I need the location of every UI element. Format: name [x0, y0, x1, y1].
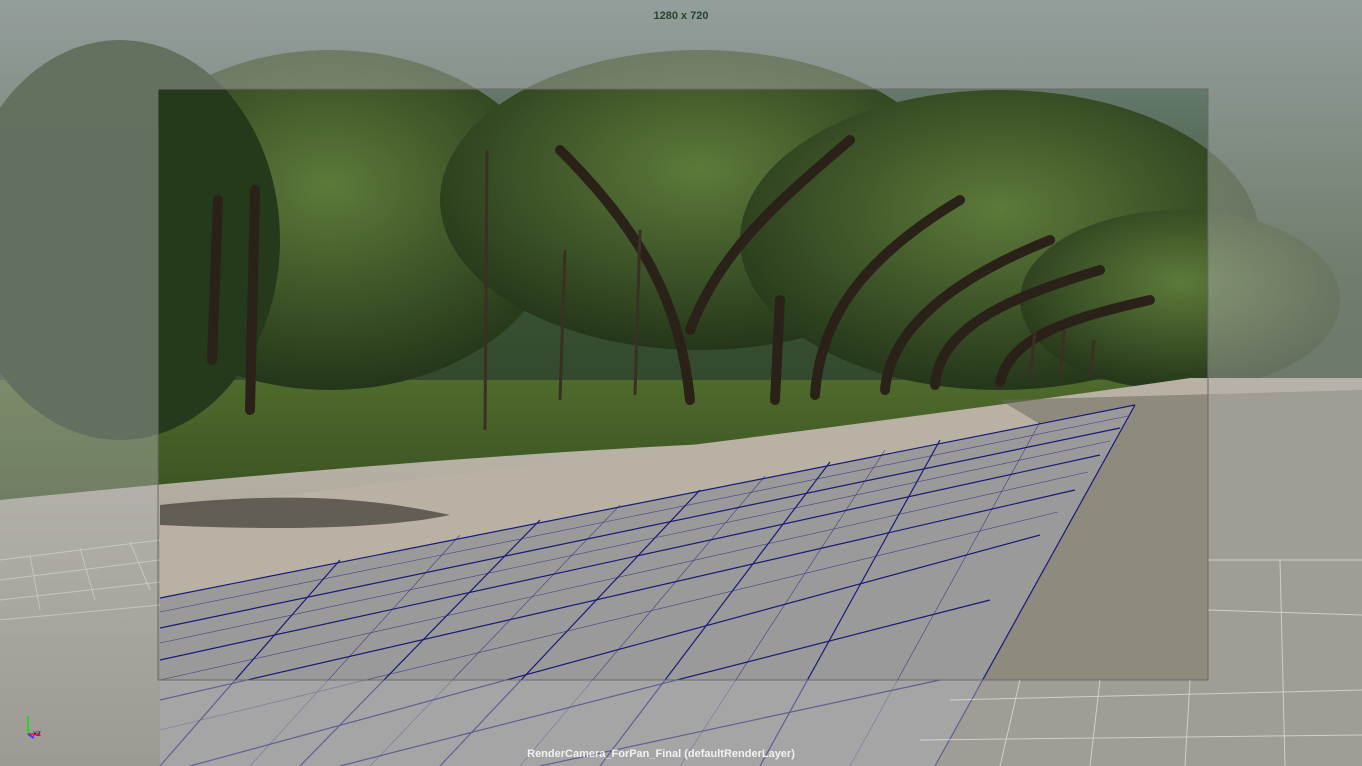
maya-viewport[interactable]: 1280 x 720 RenderCamera_ForPan_Final (de… [0, 0, 1362, 766]
axis-gizmo-icon: xz [27, 716, 41, 739]
camera-name-label: RenderCamera_ForPan_Final (defaultRender… [527, 748, 795, 760]
resolution-gate-label: 1280 x 720 [653, 10, 709, 22]
axis-label: xz [33, 729, 41, 738]
viewport-scene[interactable] [0, 0, 1362, 766]
